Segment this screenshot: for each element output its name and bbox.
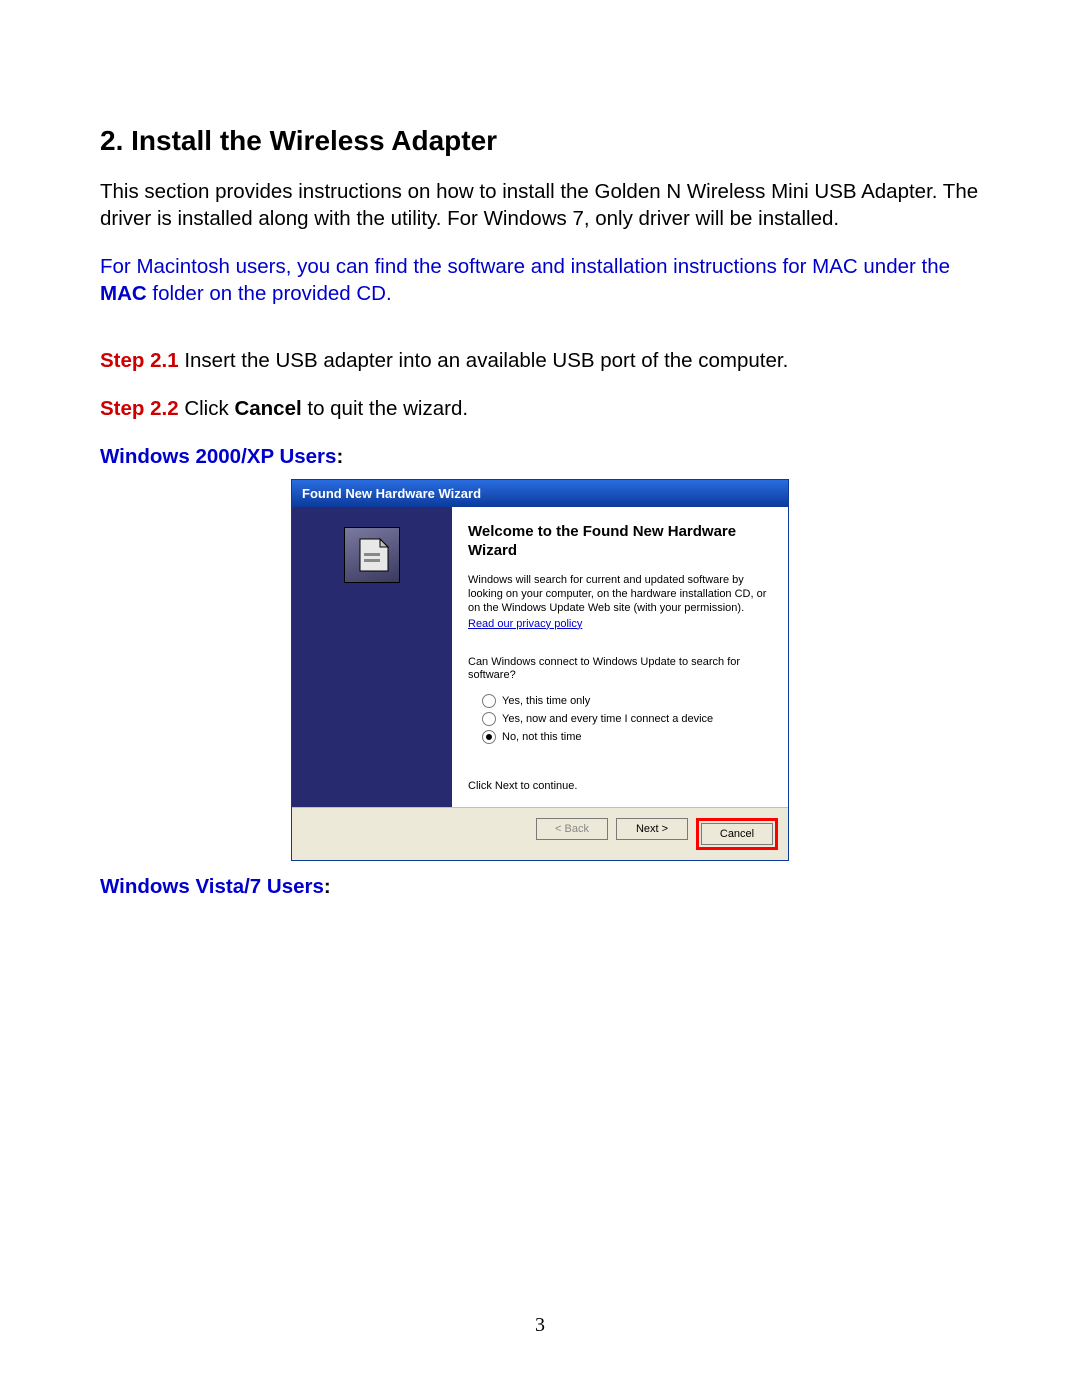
mac-note: For Macintosh users, you can find the so… [100,254,980,307]
hardware-icon [344,527,400,583]
dialog-titlebar: Found New Hardware Wizard [292,480,788,507]
back-button: < Back [536,818,608,840]
dialog-description: Windows will search for current and upda… [468,574,772,615]
subheading-colon: : [324,875,331,898]
privacy-policy-link[interactable]: Read our privacy policy [468,618,582,630]
found-new-hardware-dialog: Found New Hardware Wizard Welcome to the… [291,479,789,861]
dialog-continue-text: Click Next to continue. [468,780,772,792]
mac-note-part1: For Macintosh users, you can find the so… [100,255,950,278]
cancel-button-highlight: Cancel [696,818,778,850]
step-2-2-text-b: to quit the wizard. [302,397,468,420]
radio-yes-every-time[interactable]: Yes, now and every time I connect a devi… [468,710,772,728]
dialog-question: Can Windows connect to Windows Update to… [468,656,772,682]
radio-icon [482,730,496,744]
radio-label: Yes, this time only [502,695,590,707]
radio-label: No, not this time [502,731,581,743]
radio-no-not-this-time[interactable]: No, not this time [468,728,772,746]
dialog-sidebar [292,507,452,807]
subheading-winvista7-text: Windows Vista/7 Users [100,875,324,898]
dialog-welcome-heading: Welcome to the Found New Hardware Wizard [468,523,772,561]
step-2-2: Step 2.2 Click Cancel to quit the wizard… [100,396,980,423]
next-button[interactable]: Next > [616,818,688,840]
step-2-2-text-a: Click [179,397,235,420]
subheading-win2000xp-text: Windows 2000/XP Users [100,445,336,468]
page-number: 3 [0,1314,1080,1337]
step-2-2-label: Step 2.2 [100,397,179,420]
subheading-win2000xp: Windows 2000/XP Users: [100,445,980,469]
radio-yes-this-time[interactable]: Yes, this time only [468,692,772,710]
step-2-1: Step 2.1 Insert the USB adapter into an … [100,348,980,375]
step-2-1-text: Insert the USB adapter into an available… [179,349,789,372]
radio-icon [482,712,496,726]
step-2-2-bold: Cancel [234,397,301,420]
radio-icon [482,694,496,708]
cancel-button[interactable]: Cancel [701,823,773,845]
radio-label: Yes, now and every time I connect a devi… [502,713,713,725]
subheading-colon: : [336,445,343,468]
section-intro: This section provides instructions on ho… [100,179,980,232]
step-2-1-label: Step 2.1 [100,349,179,372]
section-title: 2. Install the Wireless Adapter [100,125,980,157]
mac-note-part2: folder on the provided CD. [147,282,392,305]
subheading-winvista7: Windows Vista/7 Users: [100,875,980,899]
mac-note-bold: MAC [100,282,147,305]
